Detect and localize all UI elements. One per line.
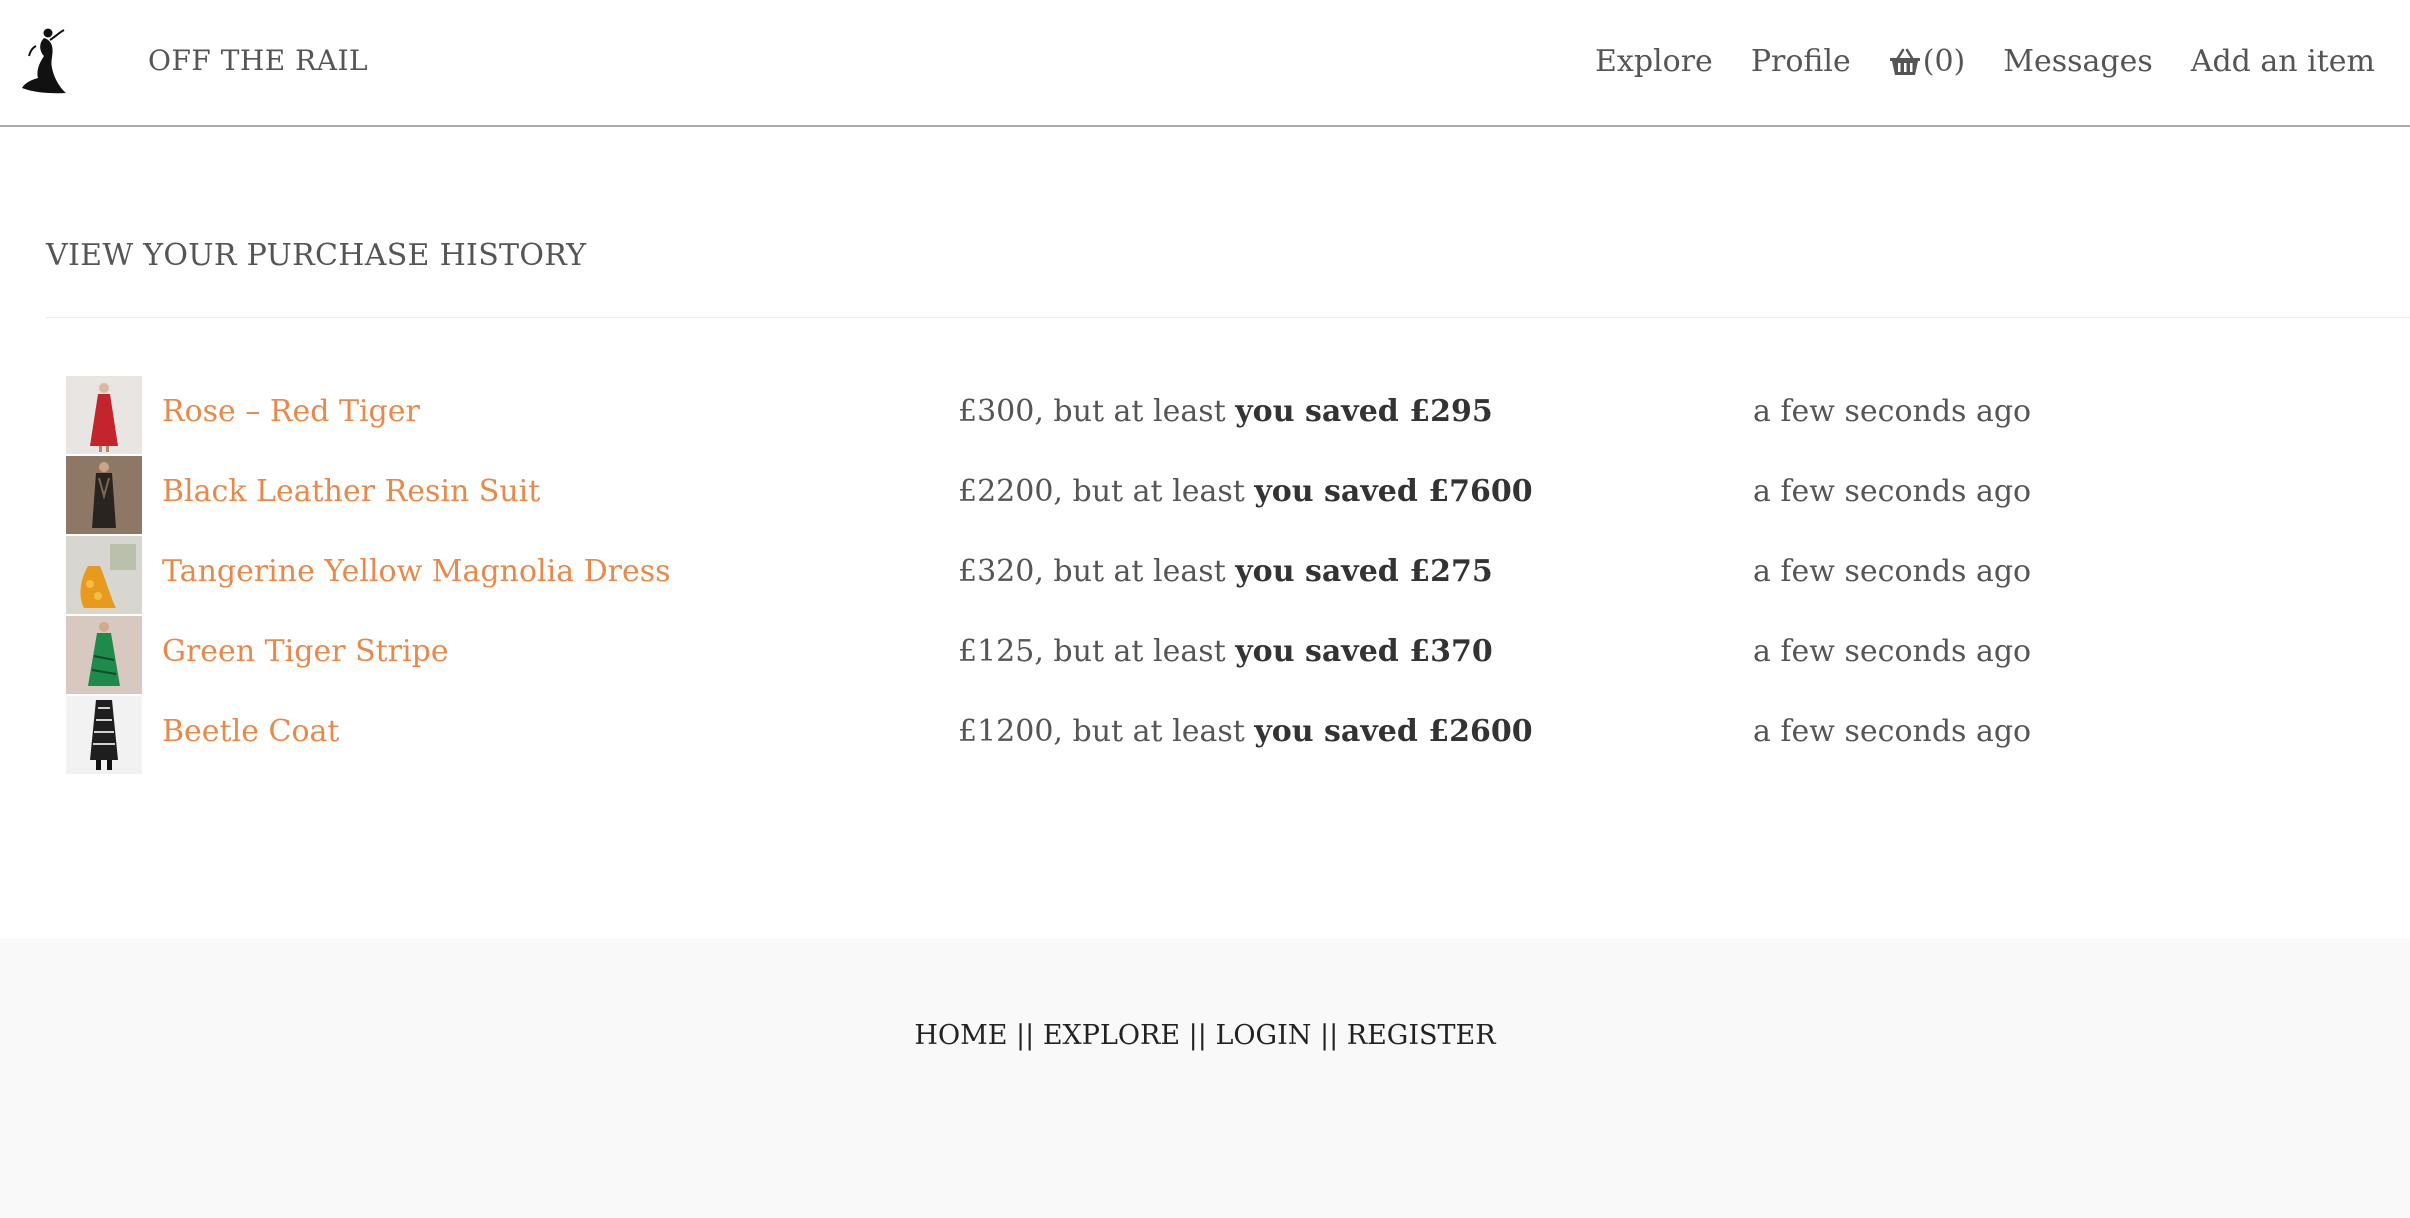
price-text: £125, but at least bbox=[958, 634, 1226, 669]
nav-profile[interactable]: Profile bbox=[1751, 44, 1851, 79]
product-thumbnail[interactable] bbox=[66, 696, 142, 774]
product-link[interactable]: Beetle Coat bbox=[162, 714, 339, 749]
footer-separator: || bbox=[1319, 1020, 1339, 1051]
page-title: VIEW YOUR PURCHASE HISTORY bbox=[46, 238, 587, 273]
purchase-row: Black Leather Resin Suit £2200, but at l… bbox=[0, 456, 2410, 534]
footer-links: HOME || EXPLORE || LOGIN || REGISTER bbox=[0, 1020, 2410, 1051]
basket-count: (0) bbox=[1922, 44, 1966, 79]
title-divider bbox=[46, 317, 2410, 318]
saved-text: you saved £2600 bbox=[1254, 714, 1533, 749]
product-link[interactable]: Tangerine Yellow Magnolia Dress bbox=[162, 554, 671, 589]
price-info: £320, but at least you saved £275 bbox=[958, 554, 1493, 589]
price-text: £320, but at least bbox=[958, 554, 1226, 589]
product-thumbnail[interactable] bbox=[66, 616, 142, 694]
product-thumbnail[interactable] bbox=[66, 456, 142, 534]
price-text: £1200, but at least bbox=[958, 714, 1245, 749]
saved-text: you saved £7600 bbox=[1254, 474, 1533, 509]
saved-text: you saved £275 bbox=[1235, 554, 1493, 589]
purchase-time: a few seconds ago bbox=[1753, 554, 2032, 589]
footer: HOME || EXPLORE || LOGIN || REGISTER bbox=[0, 938, 2410, 1218]
product-thumbnail[interactable] bbox=[66, 376, 142, 454]
main-nav: Explore Profile (0) Messages Add an item bbox=[1557, 44, 2375, 79]
saved-text: you saved £370 bbox=[1235, 634, 1493, 669]
purchase-time: a few seconds ago bbox=[1753, 474, 2032, 509]
purchase-row: Rose – Red Tiger £300, but at least you … bbox=[0, 376, 2410, 454]
footer-register-link[interactable]: REGISTER bbox=[1347, 1020, 1496, 1051]
logo-icon[interactable] bbox=[20, 26, 78, 94]
price-info: £300, but at least you saved £295 bbox=[958, 394, 1493, 429]
purchase-row: Beetle Coat £1200, but at least you save… bbox=[0, 696, 2410, 774]
price-text: £2200, but at least bbox=[958, 474, 1245, 509]
purchase-time: a few seconds ago bbox=[1753, 634, 2032, 669]
purchase-time: a few seconds ago bbox=[1753, 714, 2032, 749]
price-info: £1200, but at least you saved £2600 bbox=[958, 714, 1533, 749]
purchase-time: a few seconds ago bbox=[1753, 394, 2032, 429]
brand-name[interactable]: OFF THE RAIL bbox=[148, 44, 368, 77]
footer-home-link[interactable]: HOME bbox=[914, 1020, 1007, 1051]
nav-explore[interactable]: Explore bbox=[1595, 44, 1713, 79]
nav-add-item[interactable]: Add an item bbox=[2191, 44, 2375, 79]
nav-messages[interactable]: Messages bbox=[2003, 44, 2153, 79]
price-text: £300, but at least bbox=[958, 394, 1226, 429]
product-link[interactable]: Rose – Red Tiger bbox=[162, 394, 420, 429]
price-info: £125, but at least you saved £370 bbox=[958, 634, 1493, 669]
product-link[interactable]: Green Tiger Stripe bbox=[162, 634, 449, 669]
purchase-row: Green Tiger Stripe £125, but at least yo… bbox=[0, 616, 2410, 694]
basket-icon bbox=[1889, 48, 1920, 75]
footer-separator: || bbox=[1016, 1020, 1035, 1051]
nav-basket[interactable]: (0) bbox=[1889, 44, 1966, 79]
saved-text: you saved £295 bbox=[1235, 394, 1493, 429]
footer-login-link[interactable]: LOGIN bbox=[1215, 1020, 1311, 1051]
price-info: £2200, but at least you saved £7600 bbox=[958, 474, 1533, 509]
footer-separator: || bbox=[1188, 1020, 1207, 1051]
product-link[interactable]: Black Leather Resin Suit bbox=[162, 474, 540, 509]
product-thumbnail[interactable] bbox=[66, 536, 142, 614]
footer-explore-link[interactable]: EXPLORE bbox=[1043, 1020, 1180, 1051]
purchase-row: Tangerine Yellow Magnolia Dress £320, bu… bbox=[0, 536, 2410, 614]
top-navbar: OFF THE RAIL Explore Profile (0) Message… bbox=[0, 0, 2410, 127]
